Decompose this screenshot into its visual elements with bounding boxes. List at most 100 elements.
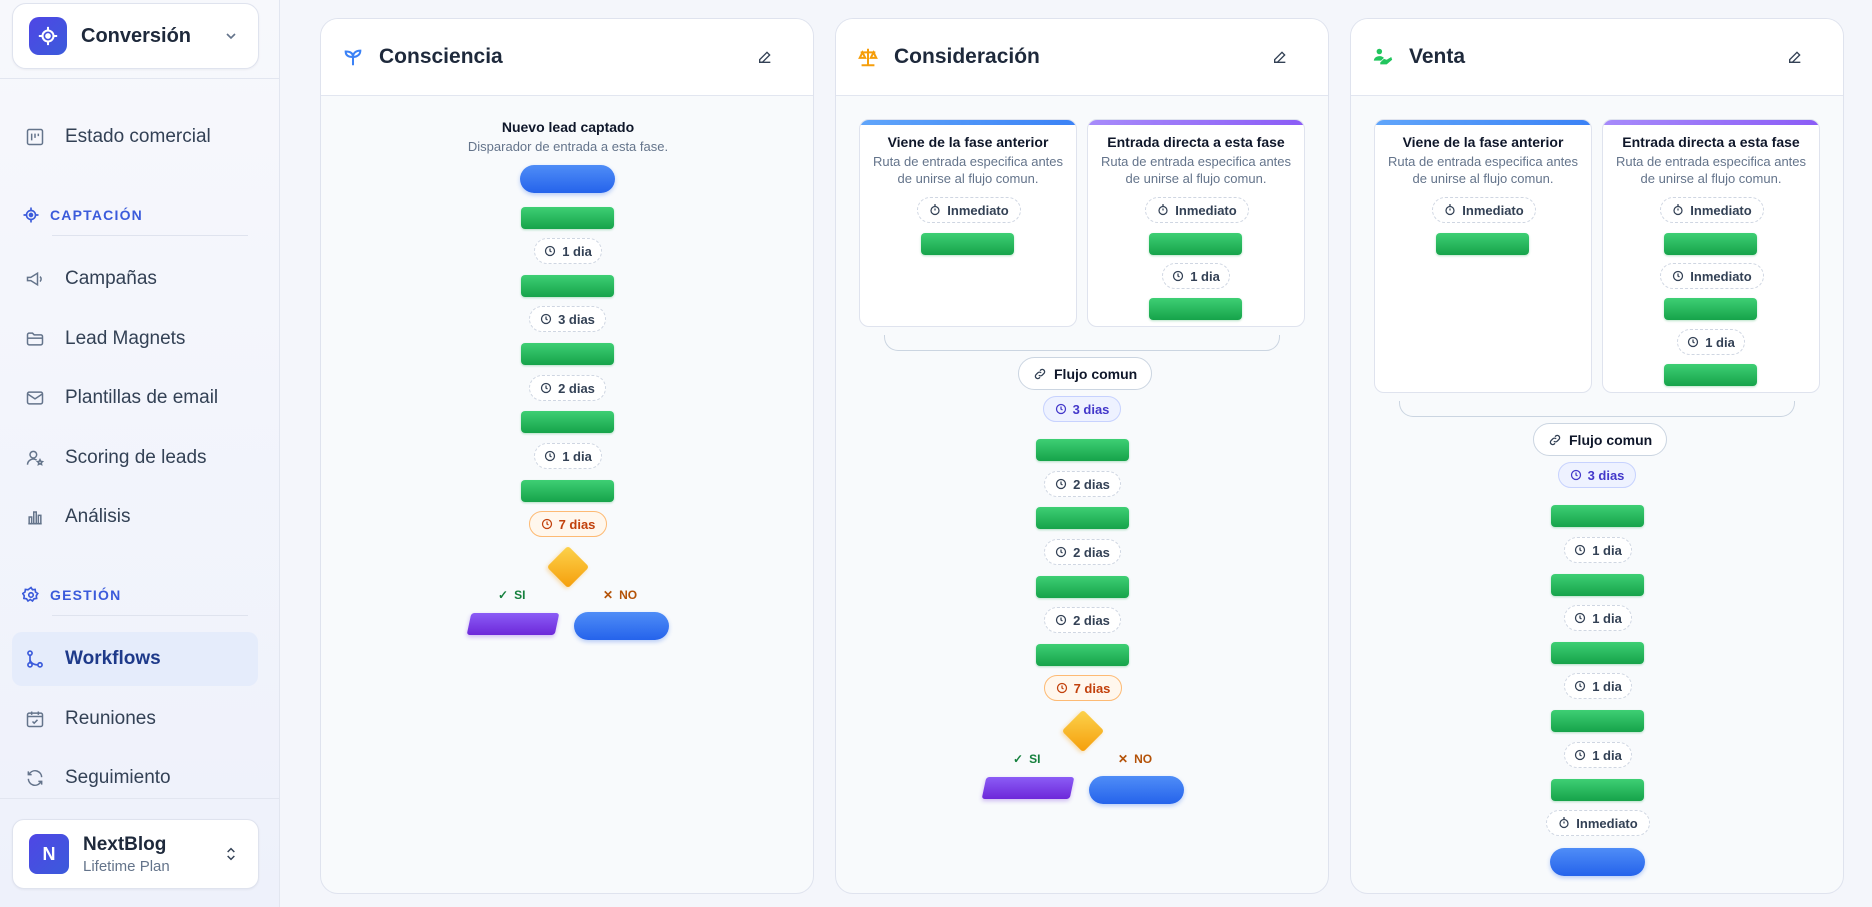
sidebar-item-label: Seguimiento xyxy=(65,767,171,788)
delay-badge[interactable]: 2 dias xyxy=(1044,607,1121,633)
step-node[interactable] xyxy=(1036,576,1129,598)
clock-icon xyxy=(544,245,556,257)
delay-badge[interactable]: 3 dias xyxy=(1558,462,1636,488)
action-node[interactable] xyxy=(574,612,669,640)
sidebar-item-reuniones[interactable]: Reuniones xyxy=(12,692,258,746)
step-node[interactable] xyxy=(1551,710,1644,732)
branch-no-label: ✕ NO xyxy=(1118,752,1153,766)
delay-badge[interactable]: Inmediato xyxy=(1432,197,1536,223)
entry-accent-bar xyxy=(1088,120,1304,125)
sidebar-item-workflows[interactable]: Workflows xyxy=(12,632,258,686)
refresh-icon xyxy=(25,768,45,788)
step-node[interactable] xyxy=(1664,233,1757,255)
sidebar-item-plantillas-email[interactable]: Plantillas de email xyxy=(12,371,258,425)
step-node[interactable] xyxy=(1036,644,1129,666)
clock-icon xyxy=(541,518,553,530)
delay-badge[interactable]: 3 dias xyxy=(1043,396,1121,422)
delay-badge[interactable]: 1 dia xyxy=(534,238,602,264)
step-node[interactable] xyxy=(521,480,614,502)
delay-badge[interactable]: Inmediato xyxy=(1660,263,1764,289)
sidebar-item-analisis[interactable]: Análisis xyxy=(12,490,258,544)
sidebar-item-seguimiento[interactable]: Seguimiento xyxy=(12,751,258,805)
delay-badge[interactable]: Inmediato xyxy=(1660,197,1764,223)
step-node[interactable] xyxy=(1036,507,1129,529)
check-icon: ✓ xyxy=(498,588,509,602)
sidebar-item-lead-magnets[interactable]: Lead Magnets xyxy=(12,312,258,366)
branch-action-node[interactable] xyxy=(981,777,1075,799)
delay-badge[interactable]: 3 dias xyxy=(529,306,606,332)
delay-badge[interactable]: Inmediato xyxy=(1546,810,1650,836)
entry-title: Entrada directa a esta fase xyxy=(1622,134,1800,150)
step-node[interactable] xyxy=(521,207,614,229)
step-node[interactable] xyxy=(1664,298,1757,320)
account-name: NextBlog xyxy=(83,833,167,855)
delay-badge[interactable]: 1 dia xyxy=(1564,742,1632,768)
common-flow-badge[interactable]: Flujo comun xyxy=(1018,357,1153,390)
user-star-icon xyxy=(25,448,45,468)
account-switcher[interactable]: N NextBlog Lifetime Plan xyxy=(12,819,259,889)
sidebar-item-label: Reuniones xyxy=(65,708,156,729)
step-node[interactable] xyxy=(1149,298,1242,320)
entry-path-direct: Entrada directa a esta fase Ruta de entr… xyxy=(1087,119,1305,327)
workspace-switcher[interactable]: Conversión xyxy=(12,3,259,69)
step-node[interactable] xyxy=(921,233,1014,255)
link-icon xyxy=(1033,367,1047,381)
delay-badge[interactable]: 1 dia xyxy=(1162,263,1230,289)
delay-badge[interactable]: 1 dia xyxy=(1564,537,1632,563)
step-node[interactable] xyxy=(1551,779,1644,801)
edit-icon[interactable] xyxy=(1781,43,1809,71)
mail-icon xyxy=(25,388,45,408)
delay-badge[interactable]: 2 dias xyxy=(1044,539,1121,565)
chevron-up-down-icon xyxy=(220,843,242,865)
step-node[interactable] xyxy=(521,411,614,433)
clock-icon xyxy=(1574,612,1586,624)
delay-badge[interactable]: Inmediato xyxy=(917,197,1021,223)
delay-badge[interactable]: 7 dias xyxy=(1044,675,1122,701)
section-captacion: CAPTACIÓN xyxy=(22,206,143,224)
step-node[interactable] xyxy=(521,343,614,365)
common-flow-badge[interactable]: Flujo comun xyxy=(1533,423,1668,456)
bar-chart-icon xyxy=(25,507,45,527)
branch-action-node[interactable] xyxy=(466,613,560,635)
step-node[interactable] xyxy=(1149,233,1242,255)
action-node[interactable] xyxy=(520,165,615,193)
sidebar-item-label: Lead Magnets xyxy=(65,328,186,349)
entry-subtitle: Ruta de entrada especifica antes de unir… xyxy=(872,154,1064,186)
step-node[interactable] xyxy=(521,275,614,297)
edit-icon[interactable] xyxy=(1266,43,1294,71)
delay-badge[interactable]: 2 dias xyxy=(1044,471,1121,497)
delay-badge[interactable]: 1 dia xyxy=(1564,605,1632,631)
edit-icon[interactable] xyxy=(751,43,779,71)
sidebar-item-label: Estado comercial xyxy=(65,126,211,147)
condition-node[interactable] xyxy=(546,545,590,589)
account-plan: Lifetime Plan xyxy=(83,857,170,875)
action-node[interactable] xyxy=(1550,848,1645,876)
calendar-check-icon xyxy=(25,709,45,729)
delay-badge[interactable]: Inmediato xyxy=(1145,197,1249,223)
gear-icon xyxy=(22,586,40,604)
stage-header: Consciencia xyxy=(321,19,813,96)
step-node[interactable] xyxy=(1551,505,1644,527)
merge-bracket xyxy=(1399,401,1795,417)
timer-icon xyxy=(1672,204,1684,216)
trigger: Nuevo lead captado Disparador de entrada… xyxy=(321,119,813,154)
delay-badge[interactable]: 7 dias xyxy=(529,511,607,537)
section-gestion: GESTIÓN xyxy=(22,586,121,604)
delay-badge[interactable]: 1 dia xyxy=(534,443,602,469)
step-node[interactable] xyxy=(1036,439,1129,461)
delay-badge[interactable]: 1 dia xyxy=(1564,673,1632,699)
sidebar-item-scoring-leads[interactable]: Scoring de leads xyxy=(12,431,258,485)
sidebar-item-campanas[interactable]: Campañas xyxy=(12,252,258,306)
step-node[interactable] xyxy=(1551,642,1644,664)
delay-badge[interactable]: 2 dias xyxy=(529,375,606,401)
sidebar-item-label: Scoring de leads xyxy=(65,447,207,468)
condition-node[interactable] xyxy=(1061,709,1105,753)
delay-badge[interactable]: 1 dia xyxy=(1677,329,1745,355)
step-node[interactable] xyxy=(1551,574,1644,596)
sidebar-item-estado-comercial[interactable]: Estado comercial xyxy=(12,110,258,164)
merge-bracket xyxy=(884,335,1280,351)
step-node[interactable] xyxy=(1436,233,1529,255)
section-rule xyxy=(52,235,248,236)
step-node[interactable] xyxy=(1664,364,1757,386)
action-node[interactable] xyxy=(1089,776,1184,804)
